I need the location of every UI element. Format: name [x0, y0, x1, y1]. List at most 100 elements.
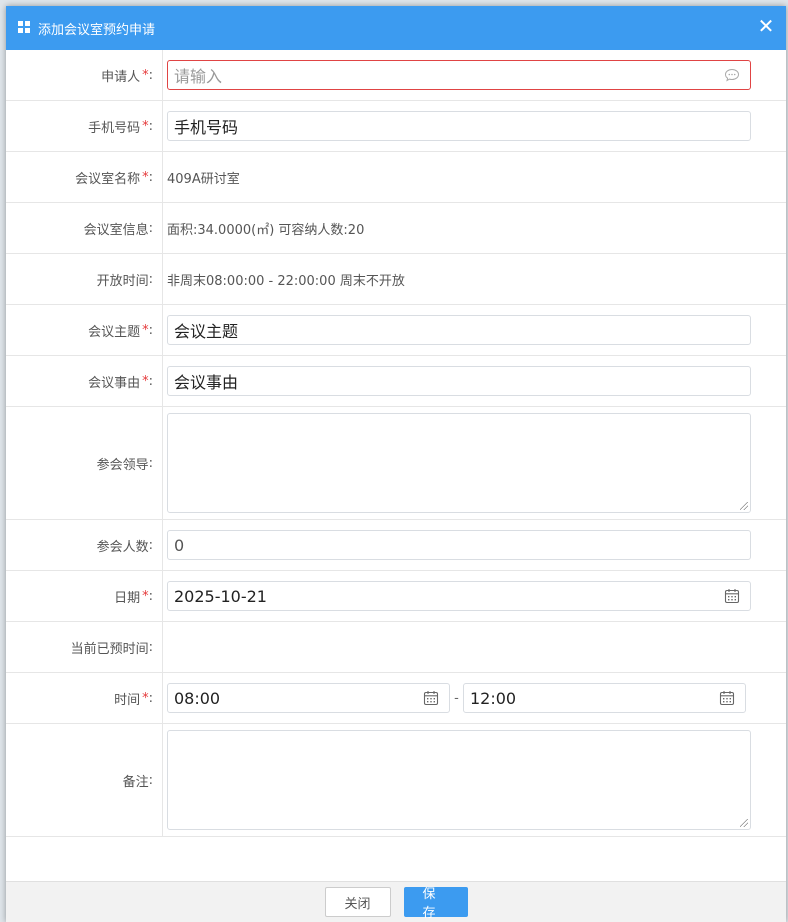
cell-reason: 会议事由 [163, 356, 786, 406]
time-range: 08:00 - 12:00 [167, 683, 746, 713]
resize-handle-icon[interactable] [740, 819, 748, 827]
start-time-input[interactable]: 08:00 [167, 683, 450, 713]
colon: : [148, 588, 153, 604]
cell-leaders [163, 407, 786, 519]
colon: : [148, 455, 153, 471]
row-date: 日期 * : 2025-10-21 [6, 571, 786, 622]
topic-placeholder: 会议主题 [174, 322, 239, 341]
label-text: 会议室信息 [83, 222, 149, 238]
label-room-name: 会议室名称 * : [6, 152, 163, 202]
dialog-titlebar: 添加会议室预约申请 ✕ [6, 6, 786, 50]
applicant-input[interactable]: 请输入 [167, 60, 751, 90]
chat-bubble-icon [724, 67, 740, 86]
applicant-placeholder: 请输入 [174, 67, 223, 86]
date-value: 2025-10-21 [174, 586, 267, 606]
room-info-value: 面积:34.0000(㎡) 可容纳人数:20 [167, 222, 365, 238]
cell-open-time: 非周末08:00:00 - 22:00:00 周末不开放 [163, 254, 786, 304]
attendees-input[interactable]: 0 [167, 530, 751, 560]
attendees-value: 0 [174, 535, 185, 555]
label-time: 时间 * : [6, 673, 163, 723]
dialog-title: 添加会议室预约申请 [38, 22, 156, 38]
save-button[interactable]: 保存 [403, 887, 468, 921]
label-text: 手机号码 [88, 120, 141, 136]
cell-booked [163, 622, 786, 672]
colon: : [148, 639, 153, 655]
dialog-footer: 关闭 保存 [6, 881, 786, 922]
colon: : [148, 220, 153, 236]
reason-input[interactable]: 会议事由 [167, 366, 751, 396]
calendar-icon[interactable] [719, 690, 735, 710]
close-icon[interactable]: ✕ [754, 15, 778, 39]
colon: : [148, 118, 153, 134]
label-text: 会议室名称 [75, 171, 141, 187]
booking-dialog: 添加会议室预约申请 ✕ 申请人 * : 请输入 手机号码 *: 手机号码 会议… [6, 6, 786, 922]
calendar-icon[interactable] [724, 588, 740, 608]
end-time-input[interactable]: 12:00 [463, 683, 746, 713]
cell-date: 2025-10-21 [163, 571, 786, 621]
label-attendees: 参会人数 : [6, 520, 163, 570]
start-time-value: 08:00 [174, 688, 221, 708]
leaders-textarea[interactable] [167, 413, 751, 513]
label-text: 会议主题 [88, 324, 141, 340]
cell-applicant: 请输入 [163, 50, 786, 100]
label-text: 当前已预时间 [70, 641, 149, 657]
resize-handle-icon[interactable] [740, 502, 748, 510]
colon: : [148, 169, 153, 185]
label-text: 日期 [114, 590, 141, 606]
topic-input[interactable]: 会议主题 [167, 315, 751, 345]
label-open-time: 开放时间 : [6, 254, 163, 304]
label-phone: 手机号码 * : [6, 101, 163, 151]
room-name-value: 409A研讨室 [167, 171, 240, 187]
row-open-time: 开放时间 : 非周末08:00:00 - 22:00:00 周末不开放 [6, 254, 786, 305]
remark-textarea[interactable] [167, 730, 751, 830]
cell-phone: 手机号码 [163, 101, 786, 151]
booking-form: 申请人 * : 请输入 手机号码 * : 手机号码 会议室名称 *: 409A… [6, 50, 786, 837]
label-topic: 会议主题 * : [6, 305, 163, 355]
colon: : [148, 373, 153, 389]
colon: : [148, 67, 153, 83]
colon: : [148, 690, 153, 706]
colon: : [148, 271, 153, 287]
colon: : [148, 537, 153, 553]
row-applicant: 申请人 * : 请输入 [6, 50, 786, 101]
cell-attendees: 0 [163, 520, 786, 570]
cell-topic: 会议主题 [163, 305, 786, 355]
colon: : [148, 322, 153, 338]
label-remark: 备注 : [6, 724, 163, 836]
cell-room-name: 409A研讨室 [163, 152, 786, 202]
calendar-icon[interactable] [423, 690, 439, 710]
phone-placeholder: 手机号码 [174, 118, 239, 137]
label-text: 会议事由 [88, 375, 141, 391]
cell-room-info: 面积:34.0000(㎡) 可容纳人数:20 [163, 203, 786, 253]
row-room-name: 会议室名称 * : 409A研讨室 [6, 152, 786, 203]
label-room-info: 会议室信息 : [6, 203, 163, 253]
date-input[interactable]: 2025-10-21 [167, 581, 751, 611]
time-separator: - [454, 690, 459, 706]
label-leaders: 参会领导 : [6, 407, 163, 519]
phone-input[interactable]: 手机号码 [167, 111, 751, 141]
label-reason: 会议事由 * : [6, 356, 163, 406]
grid-icon [18, 21, 32, 35]
row-booked: 当前已预时间 : [6, 622, 786, 673]
close-button[interactable]: 关闭 [324, 887, 391, 917]
row-topic: 会议主题 * : 会议主题 [6, 305, 786, 356]
label-text: 参会领导 [96, 457, 149, 473]
label-text: 开放时间 [96, 273, 149, 289]
row-attendees: 参会人数 : 0 [6, 520, 786, 571]
row-time: 时间 * : 08:00 - 12:00 [6, 673, 786, 724]
reason-placeholder: 会议事由 [174, 373, 239, 392]
row-room-info: 会议室信息 : 面积:34.0000(㎡) 可容纳人数:20 [6, 203, 786, 254]
label-text: 参会人数 [96, 539, 149, 555]
end-time-value: 12:00 [470, 688, 517, 708]
label-date: 日期 * : [6, 571, 163, 621]
label-text: 备注 [122, 774, 149, 790]
colon: : [148, 772, 153, 788]
label-text: 申请人 [101, 69, 141, 85]
label-booked: 当前已预时间 : [6, 622, 163, 672]
cell-time: 08:00 - 12:00 [163, 673, 786, 723]
row-remark: 备注 : [6, 724, 786, 837]
row-phone: 手机号码 * : 手机号码 [6, 101, 786, 152]
row-reason: 会议事由 * : 会议事由 [6, 356, 786, 407]
cell-remark [163, 724, 786, 836]
row-leaders: 参会领导 : [6, 407, 786, 520]
